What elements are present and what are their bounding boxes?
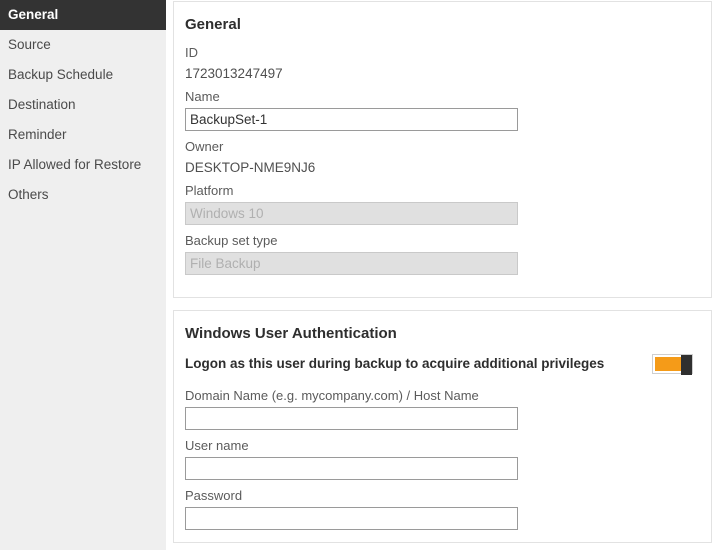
field-owner: Owner DESKTOP-NME9NJ6 [184,137,711,178]
password-input[interactable] [185,507,518,530]
field-domain-name: Domain Name (e.g. mycompany.com) / Host … [184,386,711,430]
sidebar-item-others[interactable]: Others [0,180,166,210]
domain-name-label: Domain Name (e.g. mycompany.com) / Host … [185,388,479,403]
id-label: ID [185,45,198,60]
field-password: Password [184,486,711,530]
owner-label: Owner [185,139,224,154]
auth-panel-title: Windows User Authentication [185,325,397,342]
backup-set-type-label: Backup set type [185,233,278,248]
field-backup-set-type: Backup set type [184,231,711,275]
sidebar-item-destination[interactable]: Destination [0,90,166,120]
toggle-knob [681,355,692,375]
sidebar-item-general[interactable]: General [0,0,166,30]
backup-set-settings-page: General Source Backup Schedule Destinati… [0,0,720,550]
settings-sidebar: General Source Backup Schedule Destinati… [0,0,166,550]
name-input[interactable] [185,108,518,131]
sidebar-item-source[interactable]: Source [0,30,166,60]
field-id: ID 1723013247497 [184,43,711,84]
user-name-label: User name [185,438,249,453]
logon-as-user-toggle[interactable] [652,354,693,375]
logon-as-user-row: Logon as this user during backup to acqu… [184,352,711,380]
toggle-track [655,355,692,375]
sidebar-item-ip-allowed-for-restore[interactable]: IP Allowed for Restore [0,150,166,180]
user-name-input[interactable] [185,457,518,480]
domain-name-input[interactable] [185,407,518,430]
field-name: Name [184,87,711,131]
logon-as-user-label: Logon as this user during backup to acqu… [185,356,605,371]
backup-set-type-input [185,252,518,275]
platform-label: Platform [185,183,234,198]
windows-user-authentication-panel: Windows User Authentication Logon as thi… [173,310,712,543]
sidebar-item-reminder[interactable]: Reminder [0,120,166,150]
platform-input [185,202,518,225]
general-panel-title: General [185,16,241,33]
field-platform: Platform [184,181,711,225]
owner-value: DESKTOP-NME9NJ6 [185,160,316,175]
general-panel: General ID 1723013247497 Name Owner DESK… [173,1,712,298]
sidebar-item-backup-schedule[interactable]: Backup Schedule [0,60,166,90]
password-label: Password [185,488,243,503]
id-value: 1723013247497 [185,66,283,81]
name-label: Name [185,89,220,104]
field-user-name: User name [184,436,711,480]
